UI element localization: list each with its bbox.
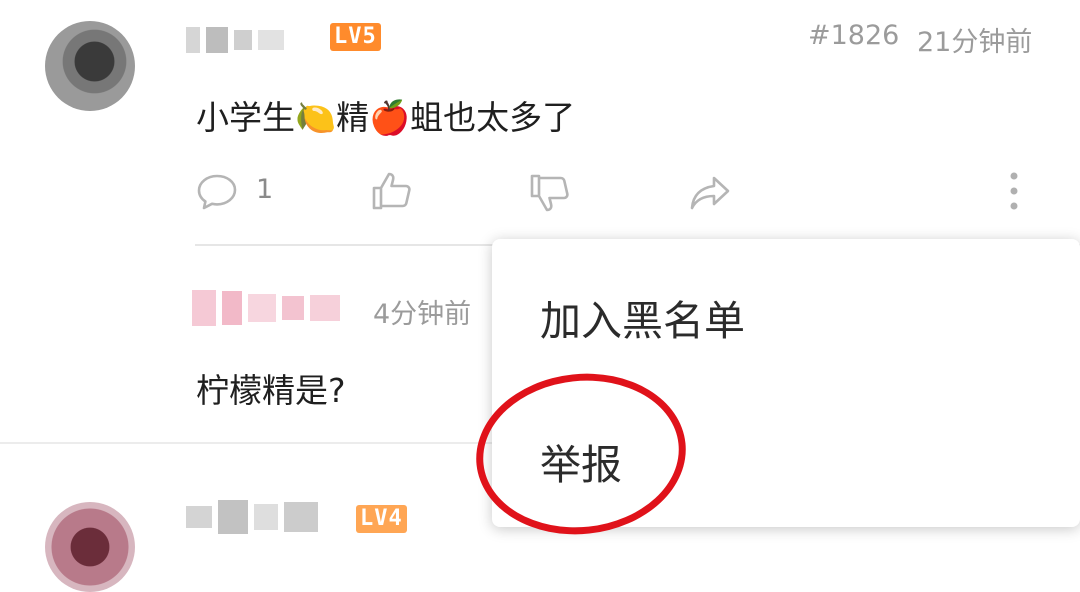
avatar[interactable] xyxy=(45,502,135,592)
comment-icon[interactable] xyxy=(195,170,239,214)
level-badge: LV5 xyxy=(330,23,381,51)
menu-item-blacklist[interactable]: 加入黑名单 xyxy=(540,287,745,347)
reply-count: 1 xyxy=(256,174,274,205)
more-options-icon[interactable] xyxy=(1004,170,1024,214)
avatar[interactable] xyxy=(45,21,135,111)
share-icon[interactable] xyxy=(688,170,732,214)
username-pixelated[interactable] xyxy=(186,27,284,53)
thumbs-up-icon[interactable] xyxy=(370,168,414,212)
comment-text[interactable]: 小学生🍋精🍎蛆也太多了 xyxy=(196,91,575,139)
reply-username-pixelated[interactable] xyxy=(192,290,340,326)
floor-number: #1826 xyxy=(808,20,900,51)
level-badge: LV4 xyxy=(356,505,407,533)
username-pixelated[interactable] xyxy=(186,500,318,534)
reply-text[interactable]: 柠檬精是? xyxy=(196,364,346,412)
thumbs-down-icon[interactable] xyxy=(528,172,572,216)
reply-time: 4分钟前 xyxy=(373,299,472,330)
comment-time: 21分钟前 xyxy=(917,27,1033,58)
